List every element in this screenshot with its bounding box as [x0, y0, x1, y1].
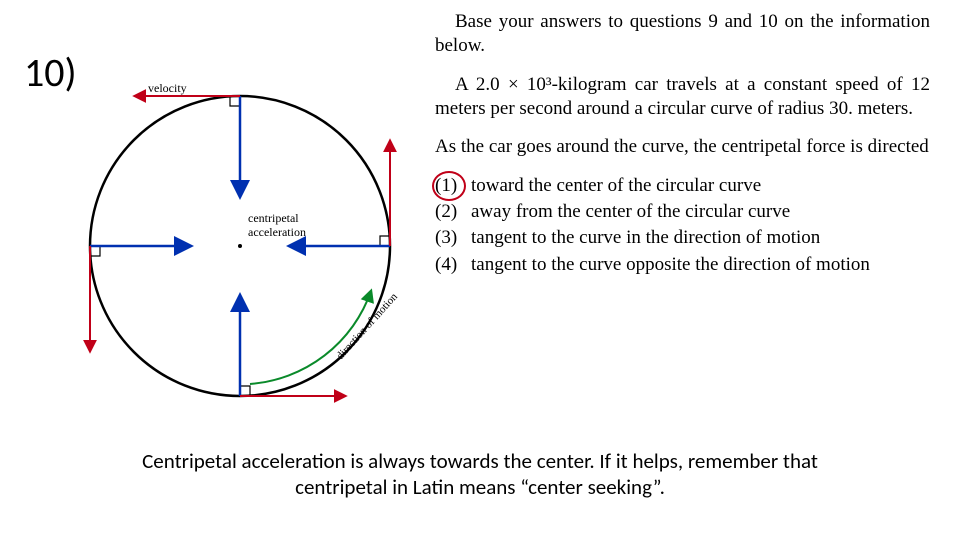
question-text-column: Base your answers to questions 9 and 10 … [435, 10, 930, 279]
centripetal-diagram: velocity centripetal acceleration direct… [60, 76, 430, 416]
slide: 10) [0, 0, 960, 540]
instruction-text: Base your answers to questions 9 and 10 … [435, 10, 930, 59]
choice-text-4: tangent to the curve opposite the direct… [471, 254, 870, 275]
choice-text-3: tangent to the curve in the direction of… [471, 227, 820, 248]
choice-4: (4) tangent to the curve opposite the di… [435, 253, 930, 277]
explanation-text: Centripetal acceleration is always towar… [100, 448, 860, 501]
velocity-label: velocity [148, 81, 187, 95]
choice-number-1: (1) [435, 174, 467, 198]
centripetal-label-1: centripetal [248, 211, 299, 225]
right-angle-right [380, 236, 390, 246]
prompt-text: As the car goes around the curve, the ce… [435, 135, 930, 159]
choice-2: (2) away from the center of the circular… [435, 200, 930, 224]
choice-number-2: (2) [435, 200, 467, 224]
right-angle-top [230, 96, 240, 106]
center-dot [238, 244, 242, 248]
choice-number-4: (4) [435, 253, 467, 277]
right-angle-left [90, 246, 100, 256]
choice-number-3: (3) [435, 226, 467, 250]
choice-text-2: away from the center of the circular cur… [471, 201, 790, 222]
choice-text-1: toward the center of the circular curve [471, 175, 761, 196]
given-text: A 2.0 × 10³-kilogram car travels at a co… [435, 73, 930, 122]
choice-1: (1) toward the center of the circular cu… [435, 174, 930, 198]
centripetal-label-2: acceleration [248, 225, 306, 239]
choice-3: (3) tangent to the curve in the directio… [435, 226, 930, 250]
right-angle-bottom [240, 386, 250, 396]
answer-choices: (1) toward the center of the circular cu… [435, 174, 930, 277]
